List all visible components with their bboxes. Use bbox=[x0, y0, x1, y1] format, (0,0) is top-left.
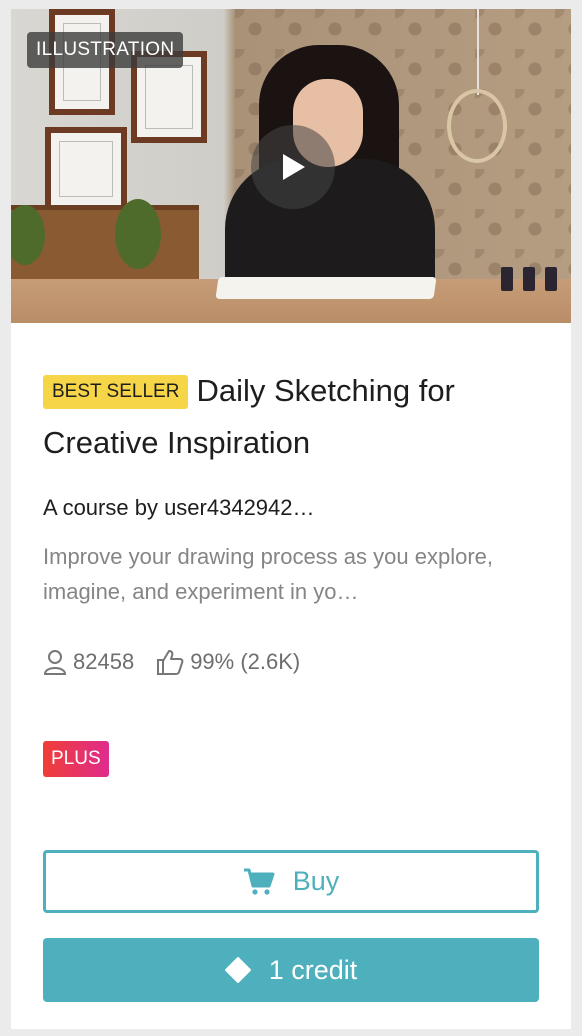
buy-button[interactable]: Buy bbox=[43, 850, 539, 913]
use-credit-button[interactable]: 1 credit bbox=[43, 938, 539, 1002]
play-icon bbox=[283, 154, 305, 180]
pendant-lamp bbox=[447, 89, 507, 163]
plant-right bbox=[115, 199, 161, 269]
course-description: Improve your drawing process as you expl… bbox=[43, 544, 493, 604]
play-button[interactable] bbox=[251, 125, 335, 209]
students-count: 82458 bbox=[73, 649, 135, 674]
ink-bottle bbox=[501, 267, 513, 291]
thumbs-up-icon bbox=[157, 650, 184, 675]
students-stat: 82458 bbox=[43, 649, 134, 675]
ink-bottle bbox=[545, 267, 557, 291]
credit-label: 1 credit bbox=[268, 954, 358, 985]
rating-stat: 99% (2.6K) bbox=[156, 649, 300, 675]
sketchbook bbox=[215, 277, 437, 299]
course-card[interactable]: ILLUSTRATION BEST SELLER Daily Sketching … bbox=[11, 9, 571, 1029]
rating-value: 99% (2.6K) bbox=[190, 649, 301, 674]
user-icon bbox=[43, 650, 67, 675]
lamp-cord bbox=[477, 9, 479, 95]
plus-badge: PLUS bbox=[43, 741, 109, 777]
best-seller-badge: BEST SELLER bbox=[43, 375, 189, 409]
cart-icon bbox=[243, 868, 275, 895]
course-author[interactable]: A course by user4342942… bbox=[43, 495, 315, 521]
course-video-thumbnail[interactable]: ILLUSTRATION bbox=[11, 9, 571, 323]
buy-label: Buy bbox=[292, 866, 340, 896]
diamond-icon bbox=[224, 957, 251, 983]
course-stats: 82458 99% (2.6K) bbox=[43, 649, 322, 675]
butterfly-frame bbox=[45, 127, 127, 211]
category-tag: ILLUSTRATION bbox=[27, 32, 184, 68]
course-title-block[interactable]: BEST SELLER Daily Sketching for Creative … bbox=[43, 365, 543, 469]
ink-bottle bbox=[523, 267, 535, 291]
